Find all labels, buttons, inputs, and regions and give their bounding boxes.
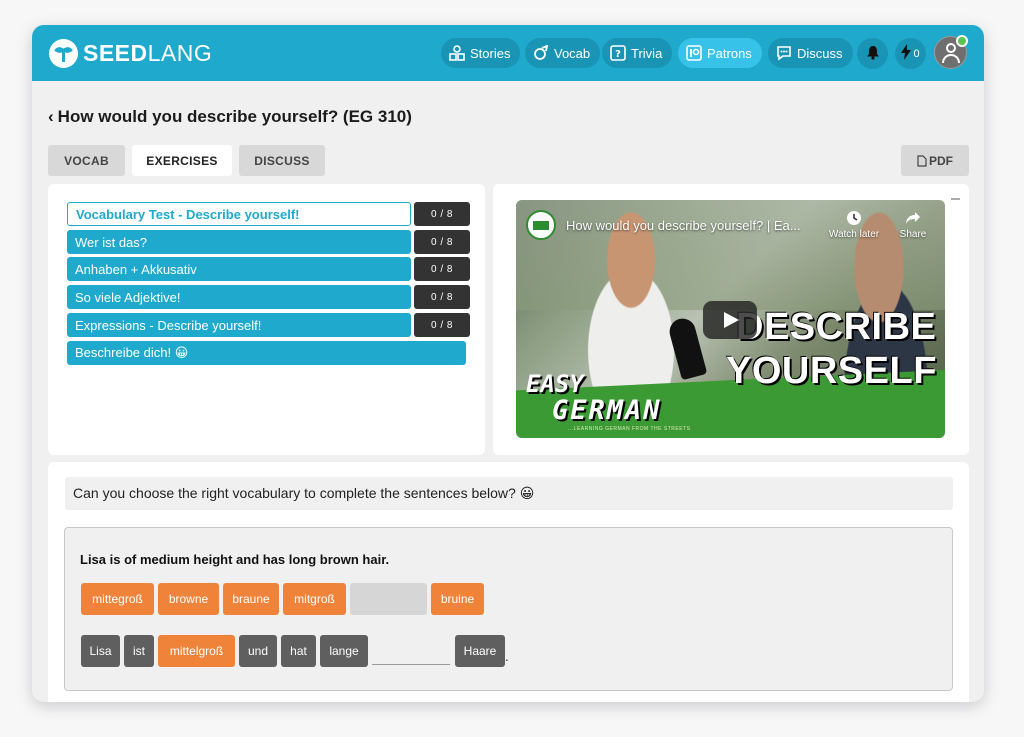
- nav-discuss-label: Discuss: [797, 45, 843, 61]
- nav-vocab-label: Vocab: [554, 45, 591, 61]
- video-overlay-title-2: YOURSELF: [726, 350, 937, 392]
- avatar-status-badge: [956, 35, 968, 47]
- vocab-icon: [532, 44, 550, 62]
- exercise-item-anhaben[interactable]: Anhaben + Akkusativ: [67, 257, 411, 281]
- choice-chip[interactable]: mittegroß: [81, 583, 154, 615]
- answer-blank-slot[interactable]: [372, 664, 450, 665]
- page-title: ‹ How would you describe yourself? (EG 3…: [48, 107, 412, 127]
- answer-word: Lisa: [81, 635, 120, 667]
- nav-stories[interactable]: Stories: [441, 38, 521, 68]
- energy-count: 0: [913, 47, 920, 60]
- answer-word: Haare: [455, 635, 505, 667]
- exercise-score: 0 / 8: [414, 230, 470, 254]
- answer-slot-filled[interactable]: mittelgroß: [158, 635, 235, 667]
- nav-stories-label: Stories: [470, 45, 511, 61]
- tab-vocab[interactable]: VOCAB: [48, 145, 125, 176]
- top-navbar: SEEDLANG Stories Vocab ? Trivia Patrons: [32, 25, 984, 81]
- choice-chip[interactable]: browne: [158, 583, 219, 615]
- clock-icon: [824, 210, 884, 229]
- tab-discuss[interactable]: DISCUSS: [239, 145, 325, 176]
- lightning-icon: [901, 44, 912, 63]
- back-chevron-icon[interactable]: ‹: [48, 107, 54, 127]
- exercise-score: 0 / 8: [414, 313, 470, 337]
- minimize-icon[interactable]: [951, 198, 960, 200]
- seedling-icon: [49, 38, 78, 68]
- exercise-item-expressions[interactable]: Expressions - Describe yourself!: [67, 313, 411, 337]
- bell-icon: [866, 45, 880, 63]
- seedlang-logo[interactable]: SEEDLANG: [49, 37, 212, 69]
- pdf-file-icon: [917, 154, 927, 167]
- answer-word: und: [239, 635, 277, 667]
- watch-later-button[interactable]: Watch later: [824, 210, 884, 240]
- play-button-icon[interactable]: [703, 301, 757, 339]
- nav-vocab[interactable]: Vocab: [525, 38, 601, 68]
- answer-word: lange: [320, 635, 368, 667]
- pdf-button[interactable]: PDF: [901, 145, 969, 176]
- nav-trivia[interactable]: ? Trivia: [602, 38, 673, 68]
- nav-trivia-label: Trivia: [631, 45, 663, 61]
- logo-text: SEEDLANG: [83, 39, 213, 66]
- nav-patrons-label: Patrons: [707, 45, 752, 61]
- easy-german-logo-1: EASY: [526, 370, 584, 398]
- exercise-prompt: Can you choose the right vocabulary to c…: [65, 477, 953, 510]
- tab-exercises[interactable]: EXERCISES: [132, 145, 232, 176]
- energy-button[interactable]: 0: [895, 38, 926, 69]
- notifications-button[interactable]: [857, 38, 888, 69]
- page-title-text: How would you describe yourself? (EG 310…: [57, 107, 412, 126]
- share-arrow-icon: [888, 210, 938, 229]
- english-sentence: Lisa is of medium height and has long br…: [80, 552, 390, 567]
- video-tagline: ...LEARNING GERMAN FROM THE STREETS: [568, 426, 691, 432]
- pdf-label: PDF: [929, 153, 953, 168]
- exercise-score: 0 / 8: [414, 257, 470, 281]
- easy-german-logo-2: GERMAN: [552, 395, 662, 426]
- video-overlay-title-1: DESCRIBE: [736, 306, 937, 348]
- stories-icon: [448, 44, 466, 62]
- choice-chip[interactable]: mitgroß: [283, 583, 346, 615]
- sentence-period: .: [505, 649, 509, 664]
- exercise-item-beschreibe-dich[interactable]: Beschreibe dich! 😀: [67, 341, 466, 365]
- answer-word: ist: [124, 635, 154, 667]
- nav-discuss[interactable]: Discuss: [768, 38, 853, 68]
- discuss-icon: [775, 44, 793, 62]
- exercise-item-adjektive[interactable]: So viele Adjektive!: [67, 285, 411, 309]
- video-player[interactable]: How would you describe yourself? | Ea...…: [516, 200, 945, 438]
- app-window: SEEDLANG Stories Vocab ? Trivia Patrons: [32, 25, 984, 702]
- trivia-icon: ?: [609, 44, 627, 62]
- choice-chip[interactable]: bruine: [431, 583, 484, 615]
- patreon-icon: [685, 44, 703, 62]
- exercise-score: 0 / 8: [414, 285, 470, 309]
- share-button[interactable]: Share: [888, 210, 938, 240]
- nav-patrons[interactable]: Patrons: [678, 38, 762, 68]
- exercise-item-wer-ist-das[interactable]: Wer ist das?: [67, 230, 411, 254]
- channel-logo[interactable]: [526, 210, 556, 240]
- exercise-score: 0 / 8: [414, 202, 470, 226]
- video-title[interactable]: How would you describe yourself? | Ea...: [566, 218, 801, 233]
- exercise-item-vocabulary-test[interactable]: Vocabulary Test - Describe yourself!: [67, 202, 411, 226]
- svg-text:?: ?: [615, 49, 621, 60]
- choice-chip-used: [350, 583, 427, 615]
- answer-word: hat: [281, 635, 316, 667]
- choice-chip[interactable]: braune: [223, 583, 279, 615]
